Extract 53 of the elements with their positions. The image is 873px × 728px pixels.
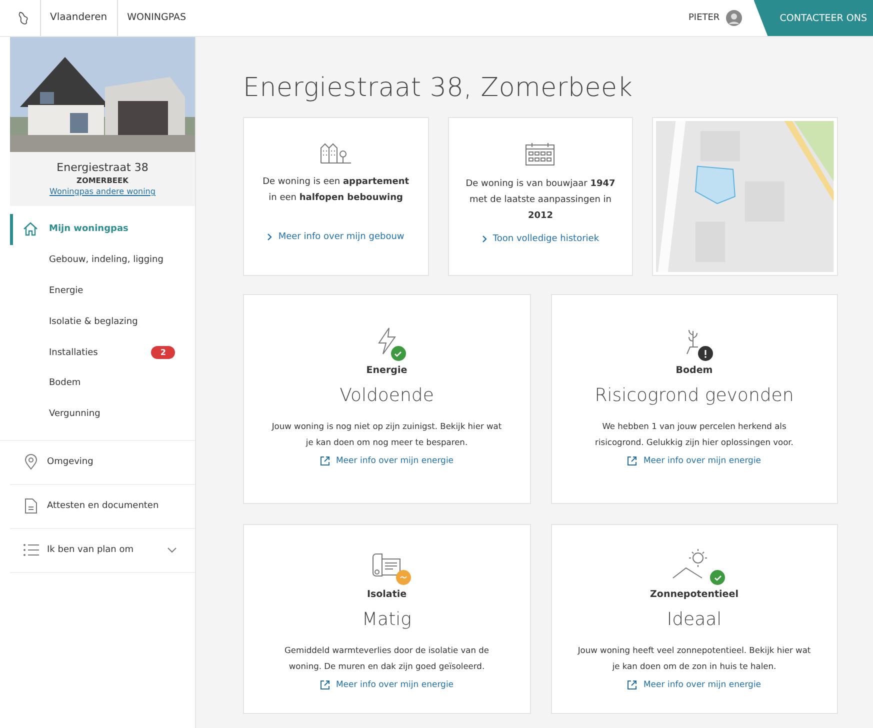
scroll-icon: [372, 553, 402, 579]
nav-item[interactable]: Isolatie & beglazing: [10, 306, 195, 338]
list-icon: [23, 544, 39, 556]
info-link[interactable]: Meer info over mijn gebouw: [267, 232, 404, 242]
nav-item[interactable]: Installaties 2: [10, 337, 195, 368]
sidebar-section[interactable]: Attesten en documenten: [10, 484, 195, 529]
info-link[interactable]: Toon volledige historiek: [482, 234, 600, 244]
topic-category: Energie: [366, 365, 408, 376]
breadcrumb-link[interactable]: WONINGPAS: [117, 0, 196, 36]
avatar-icon[interactable]: [726, 10, 742, 26]
topic-rating: Matig: [362, 609, 412, 630]
user-name: PIETER: [688, 13, 720, 23]
home-icon: [23, 222, 38, 236]
topic-category: Isolatie: [366, 589, 407, 600]
topic-category: Bodem: [676, 365, 713, 376]
topic-description: Jouw woning heeft veel zonnepotentieel. Bekijk hier wat je kan doen om de zon in huis te halen.: [576, 644, 812, 673]
topic-description: We hebben 1 van jouw percelen herkend als risicogrond. Gelukkig zijn hier oplossingen voor.: [594, 420, 794, 449]
other-home-link[interactable]: Woningpas andere woning: [50, 187, 156, 196]
info-text: De woning is een appartement in een halfopen bebouwing: [262, 176, 410, 205]
sidebar-section[interactable]: Omgeving: [10, 440, 195, 485]
nav-item[interactable]: Gebouw, indeling, ligging: [10, 244, 195, 276]
external-link-icon: [627, 456, 638, 466]
document-icon: [23, 498, 39, 514]
topic-rating: Voldoende: [340, 385, 434, 406]
topic-link[interactable]: Meer info over mijn energie: [320, 456, 454, 466]
info-text: De woning is van bouwjaar 1947 met de laatste aanpassingen in 2012: [465, 178, 616, 223]
external-link-icon: [320, 680, 330, 690]
external-link-icon: [320, 456, 330, 466]
chevron-right-icon: [482, 235, 487, 243]
topic-link[interactable]: Meer info over mijn energie: [627, 456, 762, 466]
topic-link[interactable]: Meer info over mijn energie: [627, 680, 762, 690]
topic-rating: Ideaal: [666, 609, 722, 630]
address-title: Energiestraat 38: [56, 161, 148, 174]
breadcrumb-link[interactable]: Vlaanderen: [40, 0, 118, 36]
topic-category: Zonnepotentieel: [650, 589, 738, 600]
chevron-right-icon: [267, 233, 272, 241]
contact-button[interactable]: CONTACTEER ONS: [754, 0, 873, 36]
topic-description: Jouw woning is nog niet op zijn zuinigst. Bekijk hier wat je kan doen om nog meer te besparen.: [270, 420, 503, 449]
count-badge: 2: [151, 346, 175, 360]
topic-link[interactable]: Meer info over mijn energie: [320, 680, 454, 690]
building-icon: [320, 142, 352, 164]
chevron-icon[interactable]: [167, 547, 177, 554]
lightning-icon: [376, 327, 397, 355]
location-pin-icon: [23, 454, 39, 470]
page-title: Energiestraat 38, Zomerbeek: [243, 73, 634, 103]
nav-item[interactable]: Energie: [10, 276, 195, 306]
topic-rating: Risicogrond gevonden: [594, 385, 794, 406]
topic-description: Gemiddeld warmteverlies door de isolatie van de woning. De muren en dak zijn goed geïsoleerd.: [283, 644, 490, 673]
external-link-icon: [627, 680, 638, 690]
nav-item[interactable]: Bodem: [10, 368, 195, 399]
nav-item[interactable]: Vergunning: [10, 398, 195, 430]
sidebar-section[interactable]: Ik ben van plan om: [10, 528, 195, 573]
calendar-icon: [525, 142, 556, 166]
